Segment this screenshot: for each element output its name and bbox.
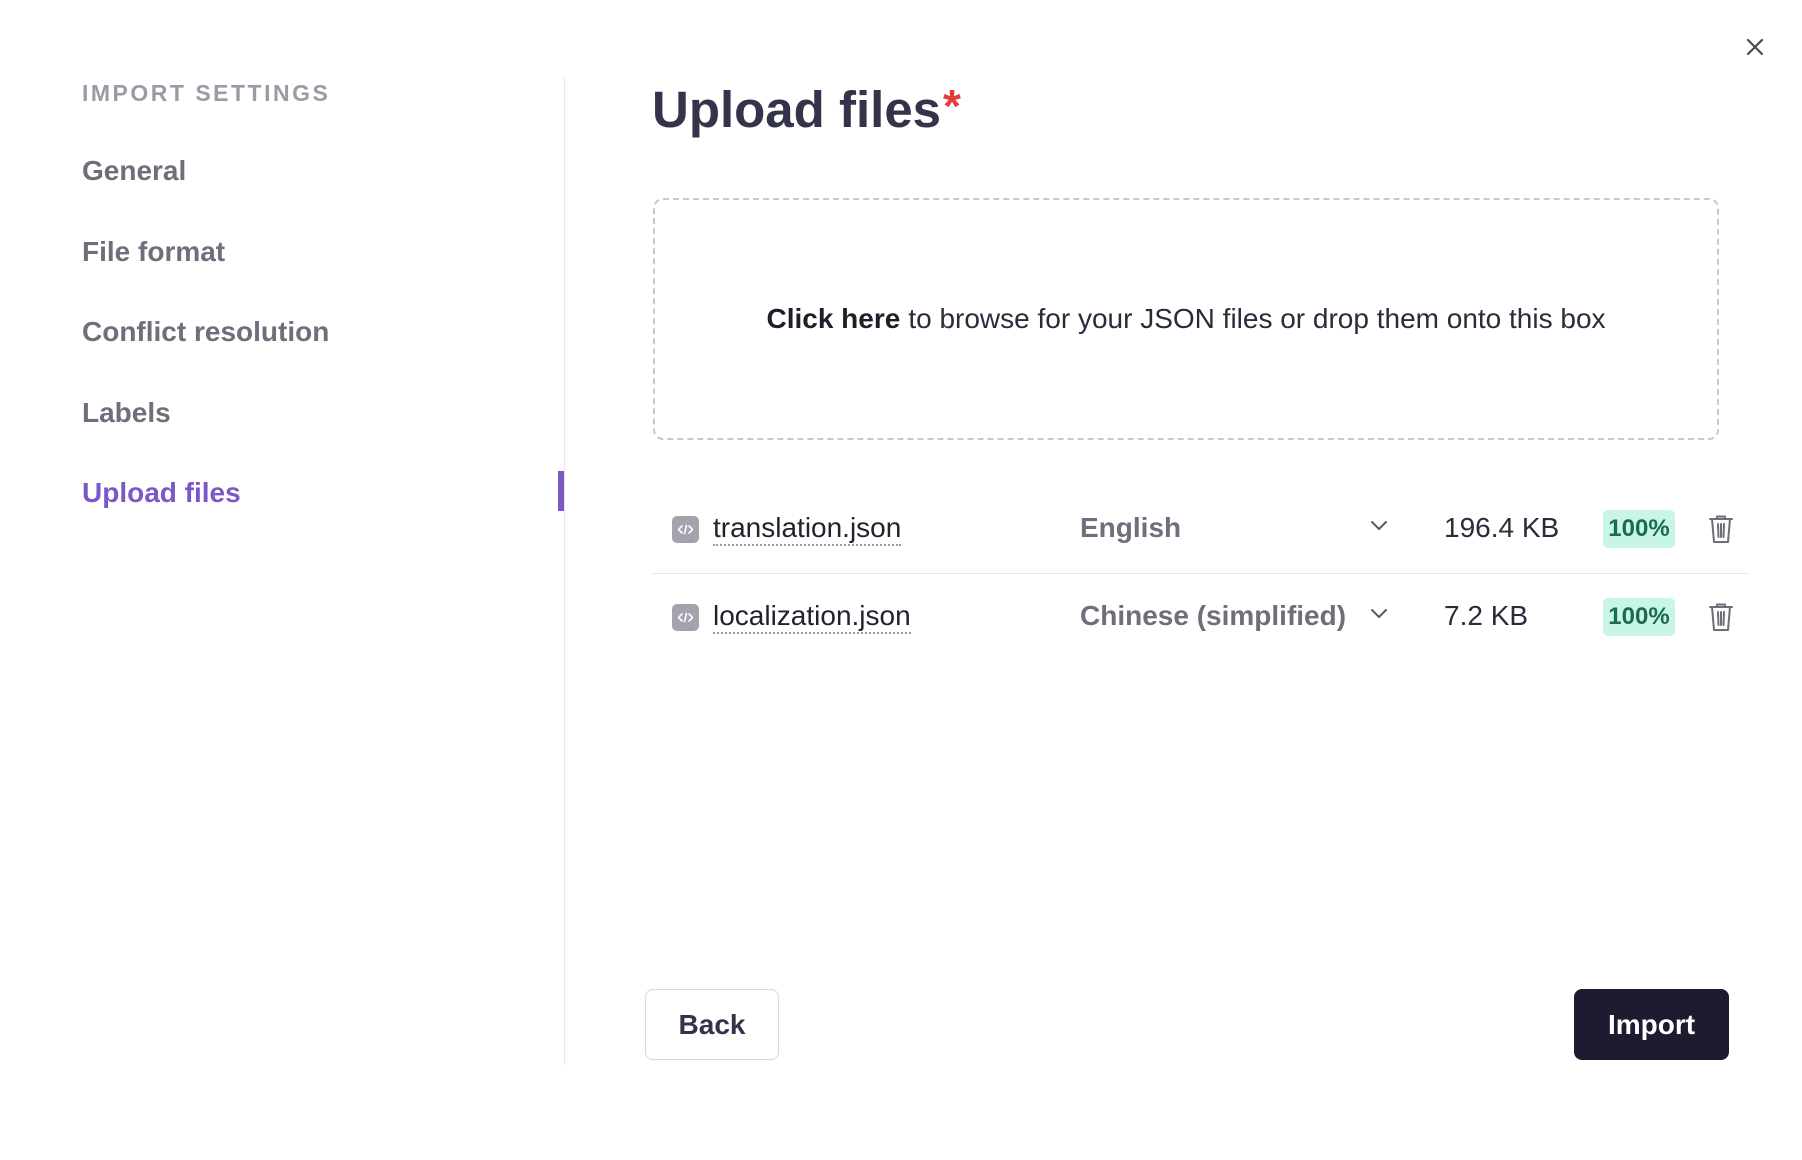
language-select-value: Chinese (simplified) (1080, 600, 1347, 631)
page-title: Upload files* (652, 80, 961, 140)
file-dropzone[interactable]: Click here to browse for your JSON files… (653, 198, 1719, 440)
delete-file-button[interactable] (1706, 512, 1736, 546)
file-size: 196.4 KB (1444, 512, 1560, 543)
sidebar-item-labels[interactable]: Labels (82, 396, 171, 430)
back-button[interactable]: Back (645, 989, 779, 1060)
browse-link[interactable]: Click here (766, 303, 900, 335)
language-select-value: English (1080, 512, 1182, 543)
chevron-down-icon (1371, 609, 1387, 618)
sidebar-item-file-format[interactable]: File format (82, 235, 225, 269)
chevron-down-icon (1371, 521, 1387, 530)
close-button[interactable] (1740, 32, 1770, 62)
trash-icon (1709, 603, 1733, 631)
import-settings-sidebar: IMPORT SETTINGS General File format Conf… (0, 0, 565, 1065)
required-marker: * (943, 80, 961, 132)
sidebar-item-conflict-resolution[interactable]: Conflict resolution (82, 315, 329, 349)
sidebar-item-general[interactable]: General (82, 154, 186, 188)
file-name[interactable]: translation.json (713, 512, 902, 546)
delete-file-button[interactable] (1706, 600, 1736, 634)
code-file-icon (672, 604, 699, 631)
upload-progress-badge: 100% (1603, 510, 1675, 548)
import-button[interactable]: Import (1574, 989, 1729, 1060)
upload-progress-badge: 100% (1603, 598, 1675, 636)
language-select[interactable]: Chinese (simplified) (1080, 596, 1390, 636)
file-name[interactable]: localization.json (713, 600, 911, 634)
file-row: translation.json English 196.4 KB 100% (652, 486, 1750, 574)
sidebar-divider (564, 78, 565, 1065)
language-select[interactable]: English (1080, 508, 1390, 548)
close-icon (1746, 38, 1764, 56)
sidebar-item-upload-files[interactable]: Upload files (82, 476, 241, 510)
code-file-icon (672, 516, 699, 543)
file-row: localization.json Chinese (simplified) 7… (652, 574, 1750, 662)
file-size: 7.2 KB (1444, 600, 1529, 631)
trash-icon (1709, 515, 1733, 543)
page-title-text: Upload files (652, 81, 942, 138)
dropzone-text: to browse for your JSON files or drop th… (908, 303, 1606, 334)
sidebar-heading: IMPORT SETTINGS (82, 80, 331, 106)
